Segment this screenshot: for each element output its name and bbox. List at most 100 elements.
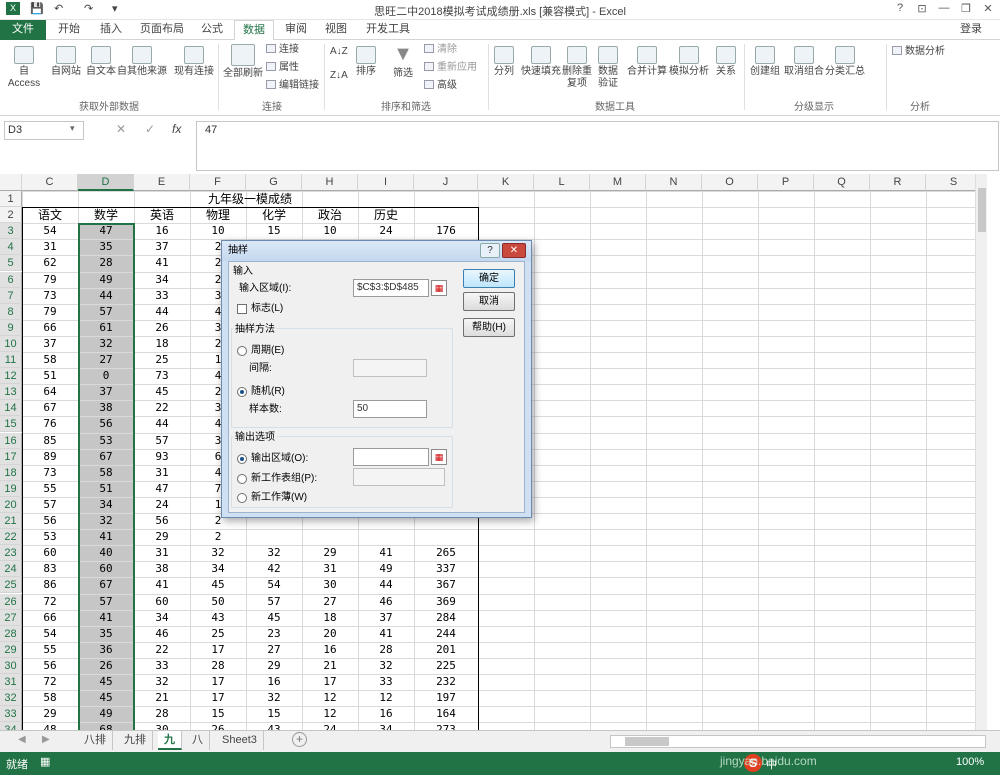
row-header[interactable]: 32 [0,690,22,707]
data-cell[interactable]: 15 [190,706,246,722]
column-header[interactable]: R [870,174,926,191]
refresh-all-button[interactable]: 全部刷新 [222,44,264,80]
data-cell[interactable]: 31 [302,561,358,577]
random-radio[interactable] [237,387,247,397]
ok-button[interactable]: 确定 [463,269,515,288]
data-cell[interactable]: 72 [22,674,78,690]
row-header[interactable]: 1 [0,191,22,208]
data-cell[interactable]: 29 [22,706,78,722]
restore-button[interactable]: ❐ [956,2,976,18]
data-cell[interactable]: 12 [358,690,414,706]
row-header[interactable]: 29 [0,641,22,658]
row-header[interactable]: 16 [0,432,22,449]
data-cell[interactable]: 273 [414,722,478,730]
data-cell[interactable]: 64 [22,384,78,400]
data-cell[interactable]: 72 [22,594,78,610]
flash-fill-button[interactable]: 快速填充 [520,46,562,78]
data-cell[interactable]: 34 [134,610,190,626]
data-cell[interactable]: 21 [302,658,358,674]
data-cell[interactable] [358,529,414,545]
vertical-scrollbar[interactable] [975,174,987,730]
sheet-tab[interactable]: 八 [186,731,210,750]
data-cell[interactable]: 34 [134,272,190,288]
advanced-filter-button[interactable]: 高级 [424,80,457,92]
from-access-button[interactable]: 自 Access [2,46,46,90]
row-header[interactable]: 25 [0,577,22,594]
data-cell[interactable]: 44 [134,304,190,320]
column-header[interactable]: D [78,174,134,191]
data-cell[interactable]: 47 [134,481,190,497]
data-cell[interactable]: 17 [190,690,246,706]
row-header[interactable]: 19 [0,480,22,497]
new-sheet-radio[interactable] [237,474,247,484]
macro-record-icon[interactable]: ▦ [40,755,50,768]
data-cell[interactable]: 60 [134,594,190,610]
login-link[interactable]: 登录 [954,20,988,40]
labels-checkbox-label[interactable]: 标志(L) [251,303,283,315]
data-cell[interactable]: 225 [414,658,478,674]
data-cell[interactable]: 26 [134,320,190,336]
data-cell[interactable]: 83 [22,561,78,577]
table-title[interactable]: 九年级一模成绩 [22,191,478,207]
data-cell[interactable]: 54 [22,223,78,239]
data-cell[interactable]: 51 [22,368,78,384]
data-cell[interactable]: 23 [246,626,302,642]
data-cell[interactable]: 15 [246,706,302,722]
clear-filter-button[interactable]: 清除 [424,44,457,56]
data-cell[interactable]: 43 [246,722,302,730]
column-header[interactable]: J [414,174,478,191]
row-header[interactable]: 2 [0,207,22,224]
connections-button[interactable]: 连接 [266,44,299,56]
data-cell[interactable]: 37 [358,610,414,626]
data-cell[interactable]: 32 [134,674,190,690]
data-cell[interactable] [414,529,478,545]
header-cell[interactable]: 数学 [78,207,134,223]
text-to-columns-button[interactable]: 分列 [490,46,518,78]
data-cell[interactable]: 85 [22,433,78,449]
help-icon[interactable]: ? [890,2,910,18]
new-sheet-field[interactable] [353,468,445,486]
data-cell[interactable]: 57 [246,594,302,610]
tab-view[interactable]: 视图 [320,20,352,40]
tab-insert[interactable]: 插入 [92,20,130,40]
output-range-radio[interactable] [237,454,247,464]
column-header[interactable]: C [22,174,78,191]
header-cell[interactable]: 化学 [246,207,302,223]
data-cell[interactable]: 16 [302,642,358,658]
data-cell[interactable]: 45 [190,577,246,593]
data-cell[interactable]: 22 [134,642,190,658]
data-cell[interactable]: 30 [302,577,358,593]
data-cell[interactable]: 24 [134,497,190,513]
from-other-sources-button[interactable]: 自其他来源 [116,46,168,78]
output-range-collapse-icon[interactable]: ▦ [431,449,447,465]
row-header[interactable]: 30 [0,657,22,674]
header-cell[interactable]: 语文 [22,207,78,223]
row-header[interactable]: 34 [0,722,22,730]
reapply-button[interactable]: 重新应用 [424,62,477,74]
data-cell[interactable]: 31 [22,239,78,255]
data-cell[interactable]: 56 [22,658,78,674]
data-cell[interactable]: 73 [134,368,190,384]
data-cell[interactable]: 29 [134,529,190,545]
input-range-field[interactable]: $C$3:$D$485 [353,279,429,297]
header-cell[interactable]: 物理 [190,207,246,223]
tab-home[interactable]: 开始 [50,20,88,40]
data-analysis-button[interactable]: 数据分析 [892,46,945,58]
data-cell[interactable]: 66 [22,610,78,626]
data-cell[interactable]: 79 [22,272,78,288]
help-button[interactable]: 帮助(H) [463,318,515,337]
data-cell[interactable]: 57 [134,433,190,449]
data-cell[interactable]: 16 [134,223,190,239]
data-cell[interactable]: 76 [22,416,78,432]
data-cell[interactable]: 89 [22,449,78,465]
row-header[interactable]: 5 [0,255,22,272]
data-cell[interactable]: 26 [190,722,246,730]
column-header[interactable]: G [246,174,302,191]
data-cell[interactable]: 244 [414,626,478,642]
data-cell[interactable]: 58 [22,352,78,368]
data-cell[interactable]: 50 [190,594,246,610]
row-header[interactable]: 10 [0,335,22,352]
data-cell[interactable]: 15 [246,223,302,239]
data-cell[interactable]: 176 [414,223,478,239]
row-header[interactable]: 23 [0,545,22,562]
